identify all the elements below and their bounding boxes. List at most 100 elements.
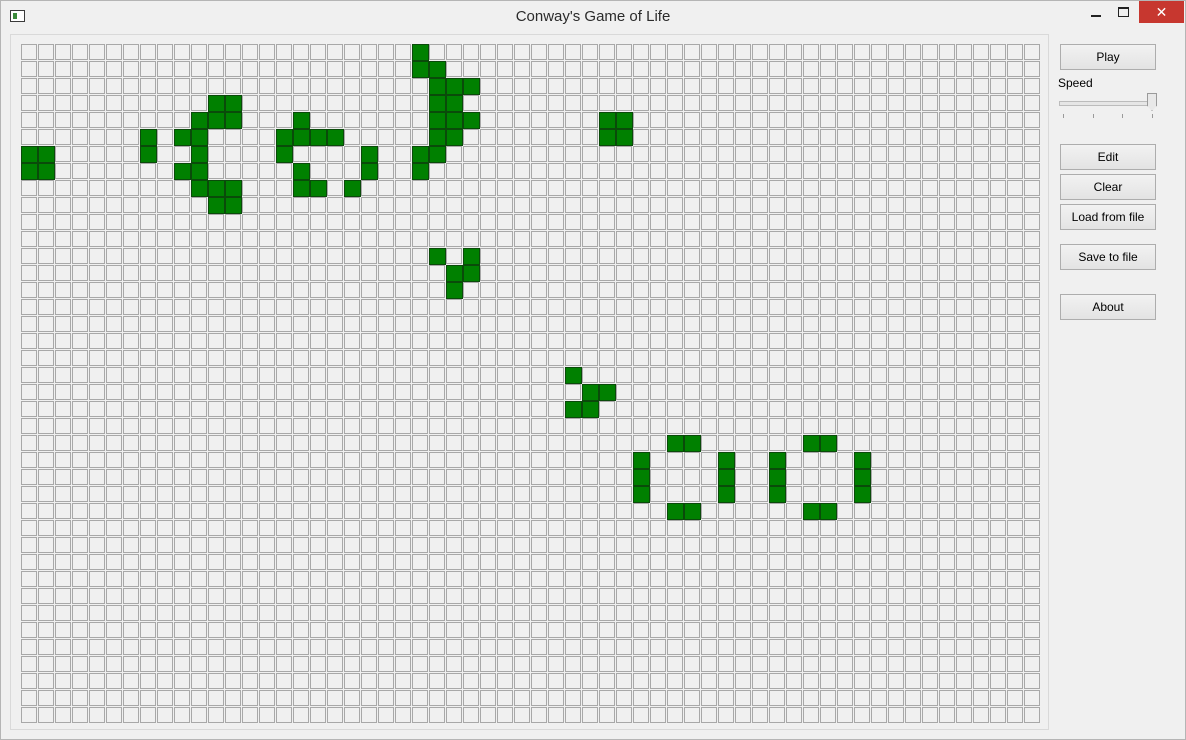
cell-dead[interactable] [990,656,1006,672]
cell-dead[interactable] [1007,486,1023,502]
cell-dead[interactable] [327,180,343,196]
cell-dead[interactable] [480,367,496,383]
cell-dead[interactable] [480,197,496,213]
cell-dead[interactable] [616,503,632,519]
cell-dead[interactable] [548,231,564,247]
cell-dead[interactable] [429,333,445,349]
cell-dead[interactable] [888,231,904,247]
cell-dead[interactable] [463,350,479,366]
cell-dead[interactable] [599,571,615,587]
cell-dead[interactable] [633,350,649,366]
cell-dead[interactable] [89,503,105,519]
cell-dead[interactable] [820,197,836,213]
cell-dead[interactable] [769,367,785,383]
cell-dead[interactable] [259,95,275,111]
cell-dead[interactable] [191,469,207,485]
cell-dead[interactable] [208,61,224,77]
cell-dead[interactable] [973,44,989,60]
cell-dead[interactable] [157,537,173,553]
cell-dead[interactable] [293,690,309,706]
cell-dead[interactable] [905,486,921,502]
cell-dead[interactable] [327,486,343,502]
cell-dead[interactable] [871,503,887,519]
cell-dead[interactable] [55,231,71,247]
load-from-file-button[interactable]: Load from file [1060,204,1156,230]
cell-dead[interactable] [242,401,258,417]
cell-dead[interactable] [174,469,190,485]
cell-dead[interactable] [973,333,989,349]
cell-dead[interactable] [1007,282,1023,298]
cell-dead[interactable] [701,367,717,383]
cell-dead[interactable] [38,588,54,604]
cell-dead[interactable] [327,44,343,60]
cell-dead[interactable] [803,129,819,145]
cell-dead[interactable] [803,469,819,485]
cell-dead[interactable] [684,537,700,553]
cell-dead[interactable] [565,112,581,128]
cell-dead[interactable] [548,469,564,485]
cell-dead[interactable] [837,588,853,604]
cell-dead[interactable] [888,622,904,638]
cell-dead[interactable] [735,605,751,621]
cell-dead[interactable] [837,435,853,451]
cell-dead[interactable] [871,180,887,196]
cell-dead[interactable] [820,95,836,111]
cell-dead[interactable] [769,44,785,60]
cell-dead[interactable] [497,163,513,179]
cell-dead[interactable] [888,435,904,451]
cell-dead[interactable] [157,503,173,519]
cell-alive[interactable] [446,129,463,146]
cell-alive[interactable] [208,95,225,112]
cell-dead[interactable] [208,78,224,94]
cell-dead[interactable] [854,435,870,451]
cell-dead[interactable] [157,367,173,383]
cell-dead[interactable] [667,588,683,604]
cell-dead[interactable] [38,78,54,94]
cell-dead[interactable] [412,316,428,332]
cell-dead[interactable] [361,639,377,655]
cell-alive[interactable] [310,180,327,197]
cell-dead[interactable] [497,384,513,400]
cell-dead[interactable] [582,333,598,349]
cell-dead[interactable] [854,214,870,230]
cell-dead[interactable] [123,248,139,264]
cell-dead[interactable] [208,333,224,349]
cell-dead[interactable] [55,418,71,434]
cell-dead[interactable] [701,163,717,179]
cell-dead[interactable] [922,588,938,604]
cell-dead[interactable] [956,639,972,655]
cell-dead[interactable] [803,367,819,383]
cell-dead[interactable] [565,452,581,468]
cell-dead[interactable] [89,78,105,94]
cell-dead[interactable] [684,367,700,383]
cell-dead[interactable] [565,690,581,706]
cell-dead[interactable] [939,333,955,349]
cell-dead[interactable] [786,588,802,604]
cell-dead[interactable] [208,282,224,298]
cell-dead[interactable] [990,418,1006,434]
cell-dead[interactable] [531,622,547,638]
cell-dead[interactable] [990,61,1006,77]
cell-dead[interactable] [599,520,615,536]
cell-alive[interactable] [463,78,480,95]
clear-button[interactable]: Clear [1060,174,1156,200]
cell-dead[interactable] [276,520,292,536]
cell-dead[interactable] [327,554,343,570]
cell-dead[interactable] [242,452,258,468]
cell-dead[interactable] [922,656,938,672]
cell-dead[interactable] [701,486,717,502]
cell-dead[interactable] [531,231,547,247]
cell-dead[interactable] [956,350,972,366]
cell-dead[interactable] [752,146,768,162]
cell-dead[interactable] [922,469,938,485]
cell-alive[interactable] [21,163,38,180]
cell-dead[interactable] [820,384,836,400]
cell-dead[interactable] [633,571,649,587]
cell-dead[interactable] [786,384,802,400]
cell-dead[interactable] [38,435,54,451]
cell-dead[interactable] [650,44,666,60]
cell-dead[interactable] [990,537,1006,553]
cell-dead[interactable] [72,61,88,77]
cell-dead[interactable] [973,214,989,230]
cell-dead[interactable] [463,95,479,111]
